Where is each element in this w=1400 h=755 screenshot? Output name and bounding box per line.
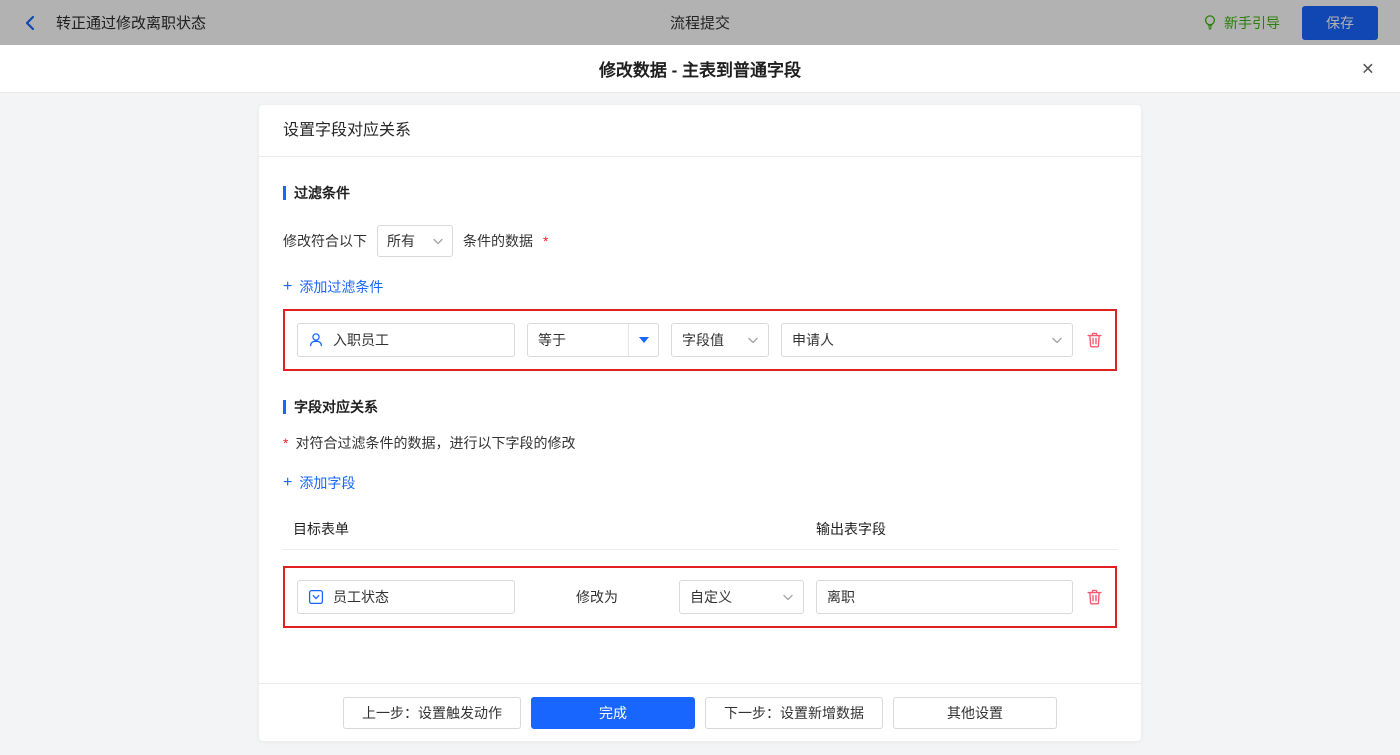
value-type-value: 字段值: [682, 332, 724, 348]
output-field-column-header: 输出表字段: [816, 521, 886, 537]
operator-value: 等于: [538, 332, 566, 348]
output-value-input[interactable]: 离职: [816, 580, 1073, 614]
target-form-column-header: 目标表单: [293, 521, 349, 537]
match-mode-value: 所有: [387, 233, 415, 249]
card-body: 过滤条件 修改符合以下 所有 条件的数据 * + 添加过滤条件 入职员工 等于 …: [259, 157, 1141, 683]
user-icon: [309, 333, 323, 347]
mapping-section-title-text: 字段对应关系: [294, 399, 378, 415]
select-field-icon: [308, 589, 324, 605]
top-bar: 转正通过修改离职状态 流程提交 新手引导 保存: [0, 0, 1400, 45]
required-asterisk: *: [283, 435, 289, 451]
trash-icon: [1086, 332, 1102, 348]
match-prefix-text: 修改符合以下: [283, 233, 367, 249]
match-mode-select[interactable]: 所有: [377, 225, 453, 257]
add-field-link[interactable]: + 添加字段: [283, 473, 355, 493]
chevron-down-icon: [433, 238, 443, 244]
chevron-down-icon: [783, 594, 793, 600]
operator-caret-button[interactable]: [628, 324, 658, 356]
value-mode-value: 自定义: [690, 589, 732, 605]
match-suffix-text: 条件的数据: [463, 233, 533, 249]
chevron-down-icon: [1052, 337, 1062, 343]
target-field-value: 员工状态: [333, 589, 389, 605]
filter-match-line: 修改符合以下 所有 条件的数据 *: [283, 225, 1117, 257]
mapping-section-title: 字段对应关系: [283, 397, 1117, 417]
close-icon[interactable]: ×: [1362, 58, 1374, 79]
caret-down-icon: [638, 337, 649, 343]
add-filter-condition-label: 添加过滤条件: [299, 279, 384, 295]
filter-section-title: 过滤条件: [283, 183, 1117, 203]
mapping-description-text: 对符合过滤条件的数据，进行以下字段的修改: [295, 435, 576, 451]
modal-content: 设置字段对应关系 过滤条件 修改符合以下 所有 条件的数据 * + 添加过滤条件…: [0, 93, 1400, 755]
filter-field-value: 入职员工: [333, 332, 389, 348]
value-mode-select[interactable]: 自定义: [679, 580, 804, 614]
mapping-column-headers: 目标表单 输出表字段: [283, 519, 1117, 539]
section-accent-bar: [283, 186, 286, 200]
topbar-center-title: 流程提交: [669, 15, 730, 32]
value-type-select[interactable]: 字段值: [671, 323, 769, 357]
delete-mapping-row-button[interactable]: [1085, 588, 1103, 606]
modal-title: 修改数据 - 主表到普通字段: [598, 61, 802, 80]
lightbulb-icon: [1204, 15, 1216, 30]
card-header-title: 设置字段对应关系: [259, 105, 1141, 157]
mapping-settings-card: 设置字段对应关系 过滤条件 修改符合以下 所有 条件的数据 * + 添加过滤条件…: [259, 105, 1141, 741]
trash-icon: [1086, 589, 1102, 605]
operator-select[interactable]: 等于: [527, 323, 659, 357]
card-footer: 上一步：设置触发动作 完成 下一步：设置新增数据 其他设置: [259, 683, 1141, 741]
target-field-input[interactable]: 员工状态: [297, 580, 515, 614]
beginner-guide-link[interactable]: 新手引导: [1202, 13, 1280, 33]
plus-icon: +: [283, 278, 293, 295]
field-mapping-row: 员工状态 修改为 自定义 离职: [283, 566, 1117, 628]
filter-field-input[interactable]: 入职员工: [297, 323, 515, 357]
save-button[interactable]: 保存: [1302, 5, 1378, 40]
prev-step-button[interactable]: 上一步：设置触发动作: [343, 696, 521, 729]
beginner-guide-label: 新手引导: [1224, 14, 1280, 31]
topbar-right-group: 新手引导 保存: [1202, 5, 1378, 40]
required-asterisk: *: [543, 233, 549, 249]
filter-section-title-text: 过滤条件: [294, 185, 350, 201]
done-button[interactable]: 完成: [531, 696, 695, 729]
filter-value: 申请人: [792, 332, 834, 348]
next-step-button[interactable]: 下一步：设置新增数据: [705, 696, 883, 729]
add-filter-condition-link[interactable]: + 添加过滤条件: [283, 277, 383, 297]
modify-to-label: 修改为: [576, 589, 618, 605]
modal-header: 修改数据 - 主表到普通字段 ×: [0, 45, 1400, 93]
filter-value-select[interactable]: 申请人: [781, 323, 1073, 357]
chevron-down-icon: [748, 337, 758, 343]
delete-filter-row-button[interactable]: [1085, 331, 1103, 349]
filter-condition-row: 入职员工 等于 字段值 申请人: [283, 309, 1117, 371]
output-value: 离职: [827, 589, 855, 605]
other-settings-button[interactable]: 其他设置: [893, 696, 1057, 729]
section-accent-bar: [283, 400, 286, 414]
mapping-description-line: * 对符合过滤条件的数据，进行以下字段的修改: [283, 433, 1117, 453]
plus-icon: +: [283, 474, 293, 491]
column-divider: [283, 549, 1117, 550]
add-field-label: 添加字段: [299, 475, 356, 491]
